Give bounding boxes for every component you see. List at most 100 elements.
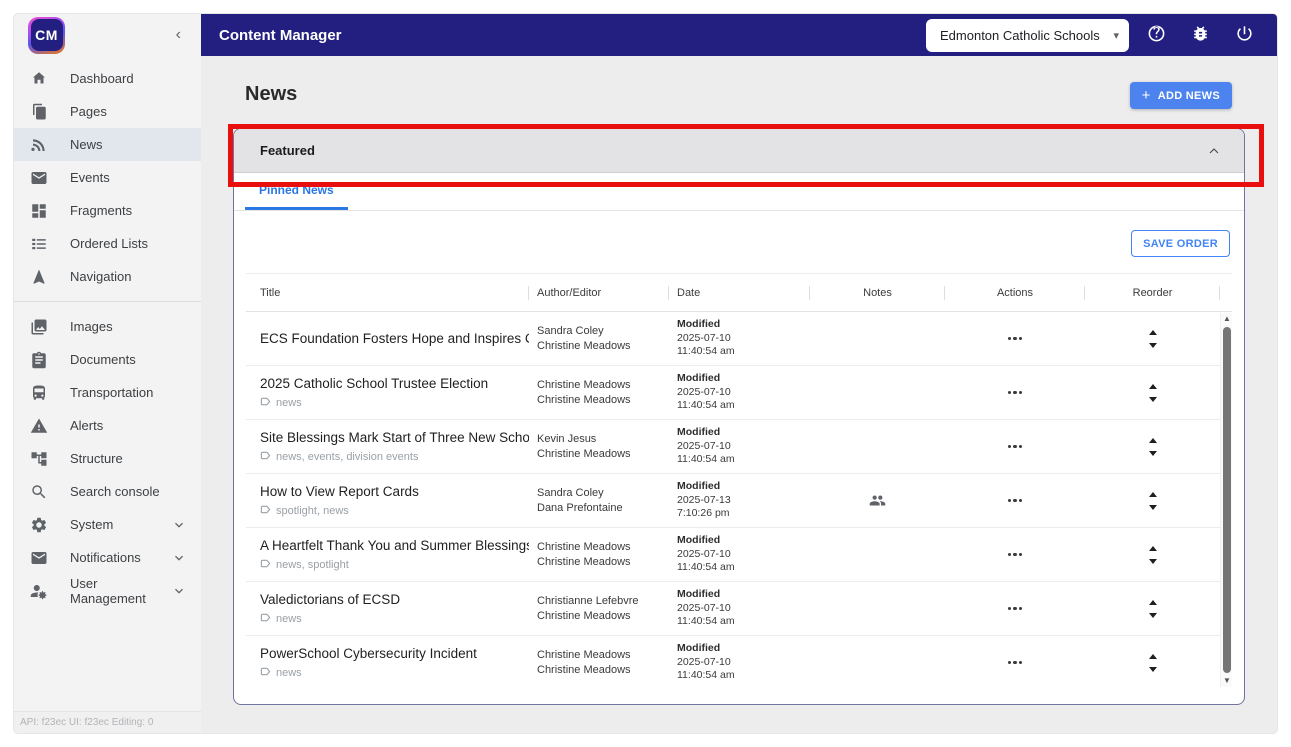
editor-name: Christine Meadows — [537, 663, 669, 678]
move-up-button[interactable] — [1141, 542, 1165, 555]
move-up-button[interactable] — [1141, 650, 1165, 663]
arrow-up-icon — [1149, 654, 1157, 659]
news-tags: news, events, division events — [260, 450, 529, 464]
move-down-button[interactable] — [1141, 663, 1165, 676]
arrow-up-icon — [1149, 600, 1157, 605]
school-selector-dropdown[interactable]: Edmonton Catholic Schools ▾ — [926, 19, 1129, 52]
sidebar-item-search-console[interactable]: Search console — [14, 475, 201, 508]
sidebar-item-events[interactable]: Events — [14, 161, 201, 194]
row-actions-button[interactable] — [1002, 493, 1029, 508]
sidebar-item-transportation[interactable]: Transportation — [14, 376, 201, 409]
sidebar-item-navigation[interactable]: Navigation — [14, 260, 201, 293]
row-actions-button[interactable] — [1002, 385, 1029, 400]
news-title-link[interactable]: Valedictorians of ECSD — [260, 592, 529, 607]
plus-icon: + — [1142, 87, 1151, 104]
move-down-button[interactable] — [1141, 501, 1165, 514]
arrow-down-icon — [1149, 397, 1157, 402]
news-title-link[interactable]: How to View Report Cards — [260, 484, 529, 499]
move-down-button[interactable] — [1141, 555, 1165, 568]
group-icon — [869, 492, 886, 509]
author-name: Christine Meadows — [537, 540, 669, 555]
tag-list: news — [276, 397, 302, 409]
news-title-link[interactable]: ECS Foundation Fosters Hope and Inspires… — [260, 331, 529, 346]
modified-date: 2025-07-10 — [677, 332, 810, 346]
table-row: A Heartfelt Thank You and Summer Blessin… — [246, 527, 1232, 581]
table-scrollbar[interactable]: ▲ ▼ — [1220, 313, 1232, 687]
app-logo-text: CM — [31, 19, 63, 51]
author-name: Christine Meadows — [537, 648, 669, 663]
sidebar-item-label: Transportation — [70, 385, 153, 400]
author-name: Kevin Jesus — [537, 432, 669, 447]
tag-icon — [260, 666, 271, 680]
move-down-button[interactable] — [1141, 393, 1165, 406]
editor-name: Christine Meadows — [537, 447, 669, 462]
images-icon — [30, 318, 48, 336]
row-actions-button[interactable] — [1002, 655, 1029, 670]
move-down-button[interactable] — [1141, 609, 1165, 622]
news-title-link[interactable]: 2025 Catholic School Trustee Election — [260, 376, 529, 391]
modified-date: 2025-07-10 — [677, 656, 810, 670]
app-title: Content Manager — [219, 27, 342, 44]
save-order-button[interactable]: SAVE ORDER — [1131, 230, 1230, 257]
news-tags: spotlight, news — [260, 504, 529, 518]
sidebar-item-documents[interactable]: Documents — [14, 343, 201, 376]
sidebar-item-label: Fragments — [70, 203, 132, 218]
sidebar-item-system[interactable]: System — [14, 508, 201, 541]
news-title-link[interactable]: Site Blessings Mark Start of Three New S… — [260, 430, 529, 445]
scrollbar-thumb[interactable] — [1223, 327, 1231, 673]
sidebar-item-images[interactable]: Images — [14, 310, 201, 343]
scrollbar-down-arrow[interactable]: ▼ — [1221, 675, 1233, 687]
news-title-link[interactable]: A Heartfelt Thank You and Summer Blessin… — [260, 538, 529, 553]
tab-pinned-news[interactable]: Pinned News — [245, 173, 348, 210]
tag-list: news, events, division events — [276, 451, 418, 463]
news-tags: news — [260, 396, 529, 410]
sidebar-item-user-management[interactable]: User Management — [14, 574, 201, 607]
sidebar-item-structure[interactable]: Structure — [14, 442, 201, 475]
row-actions-button[interactable] — [1002, 331, 1029, 346]
sidebar-item-news[interactable]: News — [14, 128, 201, 161]
modified-time: 11:40:54 am — [677, 561, 810, 575]
logout-button[interactable] — [1227, 18, 1261, 52]
move-up-button[interactable] — [1141, 596, 1165, 609]
move-down-button[interactable] — [1141, 339, 1165, 352]
tag-list: spotlight, news — [276, 505, 349, 517]
move-down-button[interactable] — [1141, 447, 1165, 460]
sidebar-item-fragments[interactable]: Fragments — [14, 194, 201, 227]
scrollbar-up-arrow[interactable]: ▲ — [1221, 313, 1233, 325]
sidebar-item-notifications[interactable]: Notifications — [14, 541, 201, 574]
modified-label: Modified — [677, 642, 810, 656]
bug-report-button[interactable] — [1183, 18, 1217, 52]
sidebar-item-label: Ordered Lists — [70, 236, 148, 251]
sidebar-item-dashboard[interactable]: Dashboard — [14, 62, 201, 95]
sidebar-item-pages[interactable]: Pages — [14, 95, 201, 128]
fragments-icon — [30, 202, 48, 220]
row-actions-button[interactable] — [1002, 547, 1029, 562]
chevron-down-icon — [171, 517, 187, 533]
sidebar-collapse-button[interactable]: ‹ — [170, 24, 187, 46]
row-actions-button[interactable] — [1002, 601, 1029, 616]
sidebar-item-label: News — [70, 137, 103, 152]
move-up-button[interactable] — [1141, 380, 1165, 393]
mail-icon — [30, 169, 48, 187]
move-up-button[interactable] — [1141, 326, 1165, 339]
help-button[interactable] — [1139, 18, 1173, 52]
news-title-link[interactable]: PowerSchool Cybersecurity Incident — [260, 646, 529, 661]
modified-label: Modified — [677, 372, 810, 386]
editor-name: Christine Meadows — [537, 609, 669, 624]
page-title: News — [245, 83, 297, 106]
sidebar-item-ordered-lists[interactable]: Ordered Lists — [14, 227, 201, 260]
move-up-button[interactable] — [1141, 434, 1165, 447]
column-header-title: Title — [246, 285, 529, 301]
version-footer: API: f23ec UI: f23ec Editing: 0 — [14, 711, 201, 733]
home-icon — [30, 70, 48, 88]
author-name: Sandra Coley — [537, 486, 669, 501]
row-actions-button[interactable] — [1002, 439, 1029, 454]
featured-accordion-header[interactable]: Featured — [234, 129, 1244, 173]
modified-date: 2025-07-10 — [677, 602, 810, 616]
modified-label: Modified — [677, 534, 810, 548]
sidebar-item-alerts[interactable]: Alerts — [14, 409, 201, 442]
rss-icon — [30, 136, 48, 154]
add-news-button[interactable]: + ADD NEWS — [1130, 82, 1232, 109]
clipboard-icon — [30, 351, 48, 369]
move-up-button[interactable] — [1141, 488, 1165, 501]
